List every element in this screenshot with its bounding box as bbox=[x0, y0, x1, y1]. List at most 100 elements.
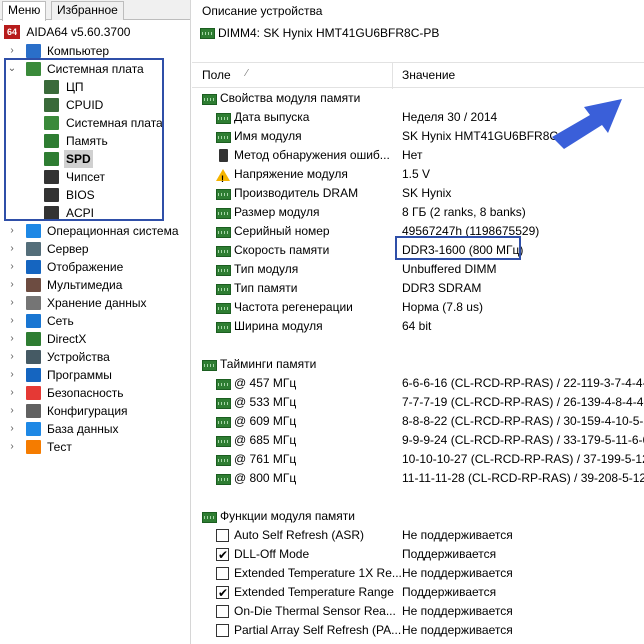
field-value: Не поддерживается bbox=[402, 623, 513, 637]
config-icon bbox=[26, 404, 41, 418]
collapsed-chevron-icon[interactable]: › bbox=[6, 438, 18, 456]
property-row[interactable]: Ширина модуля 64 bit bbox=[192, 317, 644, 336]
tree-item[interactable]: › Тест bbox=[0, 438, 190, 456]
property-row[interactable]: Extended Temperature 1X Re... Не поддержи… bbox=[192, 564, 644, 583]
property-row[interactable]: On-Die Thermal Sensor Rea... Не поддержив… bbox=[192, 602, 644, 621]
tree-item-label: Хранение данных bbox=[47, 296, 147, 310]
field-value: 9-9-9-24 (CL-RCD-RP-RAS) / 33-179-5-11-6… bbox=[402, 433, 644, 447]
property-row[interactable]: Производитель DRAM SK Hynix bbox=[192, 184, 644, 203]
collapsed-chevron-icon[interactable]: › bbox=[6, 420, 18, 438]
collapsed-chevron-icon[interactable]: › bbox=[6, 240, 18, 258]
field-label: On-Die Thermal Sensor Rea... bbox=[234, 604, 396, 618]
property-row[interactable]: @ 457 МГц 6-6-6-16 (CL-RCD-RP-RAS) / 22-1… bbox=[192, 374, 644, 393]
field-label: Auto Self Refresh (ASR) bbox=[234, 528, 365, 542]
field-value: Не поддерживается bbox=[402, 566, 513, 580]
collapsed-chevron-icon[interactable]: › bbox=[6, 276, 18, 294]
property-row[interactable]: Размер модуля 8 ГБ (2 ranks, 8 banks) bbox=[192, 203, 644, 222]
tree-item-label: DirectX bbox=[47, 332, 87, 346]
property-row[interactable]: @ 609 МГц 8-8-8-22 (CL-RCD-RP-RAS) / 30-1… bbox=[192, 412, 644, 431]
field-value: 1.5 V bbox=[402, 167, 431, 181]
tree-item[interactable]: › Операционная система bbox=[0, 222, 190, 240]
tree-item-label: Устройства bbox=[47, 350, 110, 364]
tab-favorites[interactable]: Избранное bbox=[51, 1, 124, 20]
tree-item-label: База данных bbox=[47, 422, 119, 436]
security-shield-icon bbox=[26, 386, 41, 400]
tab-menu[interactable]: Меню bbox=[2, 1, 47, 21]
tree-item[interactable]: › Мультимедиа bbox=[0, 276, 190, 294]
field-label: Серийный номер bbox=[234, 224, 330, 238]
field-value: Не поддерживается bbox=[402, 604, 513, 618]
tree-item[interactable]: › Отображение bbox=[0, 258, 190, 276]
field-label: Свойства модуля памяти bbox=[220, 91, 361, 105]
tree-item[interactable]: › Программы bbox=[0, 366, 190, 384]
field-label: Метод обнаружения ошиб... bbox=[234, 148, 390, 162]
pointer-arrow-icon bbox=[552, 99, 622, 149]
list-header: Поле ⁄ Значение bbox=[192, 62, 644, 89]
field-label: Функции модуля памяти bbox=[220, 509, 355, 523]
property-row[interactable]: Тип модуля Unbuffered DIMM bbox=[192, 260, 644, 279]
tree-item[interactable]: › Конфигурация bbox=[0, 402, 190, 420]
field-label: Тип модуля bbox=[234, 262, 299, 276]
field-value: 6-6-6-16 (CL-RCD-RP-RAS) / 22-119-3-7-4-… bbox=[402, 376, 644, 390]
highlight-box-memory-speed bbox=[395, 236, 521, 260]
tree-item[interactable]: › Устройства bbox=[0, 348, 190, 366]
field-label: Размер модуля bbox=[234, 205, 320, 219]
field-value: Поддерживается bbox=[402, 547, 497, 561]
column-header-value[interactable]: Значение bbox=[402, 68, 455, 82]
tree-item[interactable]: › Хранение данных bbox=[0, 294, 190, 312]
collapsed-chevron-icon[interactable]: › bbox=[6, 402, 18, 420]
device-description-title: Описание устройства bbox=[202, 4, 323, 18]
section-header[interactable]: Функции модуля памяти bbox=[192, 507, 644, 526]
tab-bar: Меню Избранное bbox=[0, 0, 190, 21]
property-row[interactable]: Напряжение модуля 1.5 V bbox=[192, 165, 644, 189]
field-label: Extended Temperature 1X Re... bbox=[234, 566, 402, 580]
property-row[interactable]: Extended Temperature Range Поддерживается bbox=[192, 583, 644, 603]
app-version-row[interactable]: 64 AIDA64 v5.60.3700 bbox=[4, 24, 130, 40]
field-label: Partial Array Self Refresh (PA... bbox=[234, 623, 402, 637]
field-label: @ 457 МГц bbox=[234, 376, 297, 390]
field-value: Норма (7.8 us) bbox=[402, 300, 483, 314]
property-row[interactable]: @ 800 МГц 11-11-11-28 (CL-RCD-RP-RAS) / 3… bbox=[192, 469, 644, 488]
property-row[interactable]: @ 685 МГц 9-9-9-24 (CL-RCD-RP-RAS) / 33-1… bbox=[192, 431, 644, 450]
field-label: @ 800 МГц bbox=[234, 471, 297, 485]
collapsed-chevron-icon[interactable]: › bbox=[6, 312, 18, 330]
property-row[interactable]: DLL-Off Mode Поддерживается bbox=[192, 545, 644, 565]
property-row[interactable]: @ 533 МГц 7-7-7-19 (CL-RCD-RP-RAS) / 26-1… bbox=[192, 393, 644, 412]
property-row[interactable]: Частота регенерации Норма (7.8 us) bbox=[192, 298, 644, 317]
tree-item-label: Отображение bbox=[47, 260, 124, 274]
collapsed-chevron-icon[interactable]: › bbox=[6, 348, 18, 366]
right-pane: Описание устройства DIMM4: SK Hynix HMT4… bbox=[192, 0, 644, 644]
tree-item[interactable]: › DirectX bbox=[0, 330, 190, 348]
tree-item[interactable]: › База данных bbox=[0, 420, 190, 438]
benchmark-icon bbox=[26, 440, 41, 454]
collapsed-chevron-icon[interactable]: › bbox=[6, 384, 18, 402]
tree-item-label: Программы bbox=[47, 368, 112, 382]
property-row[interactable]: Тип памяти DDR3 SDRAM bbox=[192, 279, 644, 298]
field-label: Производитель DRAM bbox=[234, 186, 359, 200]
field-label: Дата выпуска bbox=[234, 110, 310, 124]
field-value: Поддерживается bbox=[402, 585, 497, 599]
field-value: 11-11-11-28 (CL-RCD-RP-RAS) / 39-208-5-1… bbox=[402, 471, 644, 485]
collapsed-chevron-icon[interactable]: › bbox=[6, 294, 18, 312]
section-header[interactable]: Тайминги памяти bbox=[192, 355, 644, 374]
collapsed-chevron-icon[interactable]: › bbox=[6, 330, 18, 348]
windows-icon bbox=[26, 224, 41, 238]
devices-icon bbox=[26, 350, 41, 364]
tree-item[interactable]: › Сеть bbox=[0, 312, 190, 330]
storage-icon bbox=[26, 296, 41, 310]
column-header-field[interactable]: Поле bbox=[202, 68, 231, 82]
collapsed-chevron-icon[interactable]: › bbox=[6, 258, 18, 276]
collapsed-chevron-icon[interactable]: › bbox=[6, 222, 18, 240]
collapsed-chevron-icon[interactable]: › bbox=[6, 366, 18, 384]
computer-icon bbox=[26, 44, 41, 58]
column-divider[interactable] bbox=[392, 63, 393, 89]
property-row[interactable]: Auto Self Refresh (ASR) Не поддерживается bbox=[192, 526, 644, 545]
property-row[interactable]: @ 761 МГц 10-10-10-27 (CL-RCD-RP-RAS) / 3… bbox=[192, 450, 644, 469]
tree-item[interactable]: › Безопасность bbox=[0, 384, 190, 402]
field-label: Тип памяти bbox=[234, 281, 298, 295]
memory-module-icon bbox=[200, 28, 215, 39]
field-value: 7-7-7-19 (CL-RCD-RP-RAS) / 26-139-4-8-4-… bbox=[402, 395, 644, 409]
tree-item[interactable]: › Сервер bbox=[0, 240, 190, 258]
property-row[interactable]: Partial Array Self Refresh (PA... Не подд… bbox=[192, 621, 644, 640]
tree-item-label: Сеть bbox=[47, 314, 74, 328]
